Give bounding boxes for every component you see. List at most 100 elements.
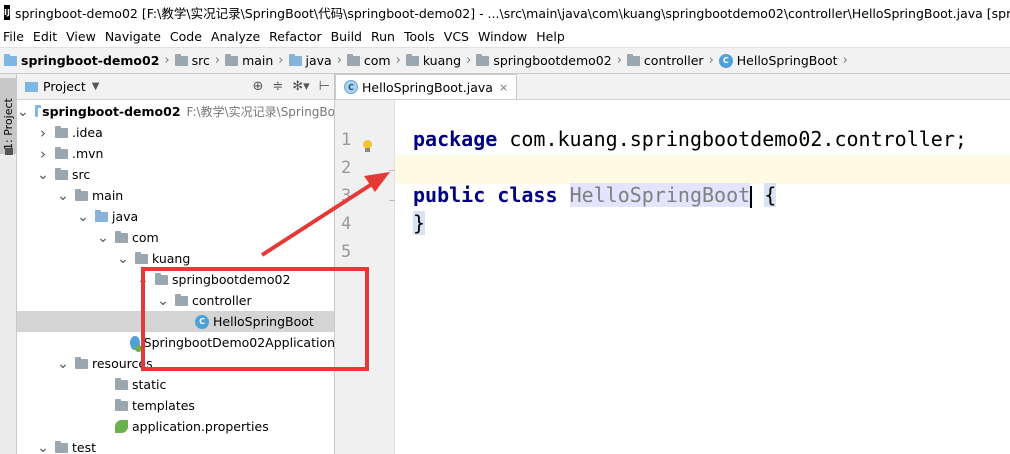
tree-item[interactable]: ⌄ src [17, 164, 334, 185]
menu-code[interactable]: Code [167, 29, 208, 44]
chevron-right-icon[interactable]: › [37, 124, 49, 142]
tree-item[interactable]: static [17, 374, 334, 395]
locate-icon[interactable]: ⊕ [252, 79, 263, 94]
menu-analyze[interactable]: Analyze [208, 29, 266, 44]
folder-icon [55, 167, 68, 180]
project-view-selector[interactable]: Project [43, 79, 86, 94]
tree-item[interactable]: application.properties [17, 416, 334, 437]
chevron-right-icon: › [616, 53, 622, 68]
editor-tab-label: HelloSpringBoot.java [362, 79, 493, 95]
tree-item-label: springboot-demo02 [42, 104, 181, 119]
title-bar: IJ springboot-demo02 [F:\教学\实况记录\SpringB… [0, 0, 1010, 25]
menu-bar: File Edit View Navigate Code Analyze Ref… [0, 25, 1010, 47]
tool-window-icon [5, 148, 13, 155]
tree-item[interactable]: › .idea [17, 122, 334, 143]
tree-item[interactable]: ⌄ java [17, 206, 334, 227]
chevron-right-icon: › [336, 53, 342, 68]
menu-refactor[interactable]: Refactor [266, 29, 327, 44]
tree-item[interactable]: C HelloSpringBoot [17, 311, 334, 332]
project-tool-tab[interactable]: 1: Project [0, 78, 17, 155]
code-line-4[interactable]: } [413, 211, 426, 235]
folder-icon [135, 251, 148, 264]
folder-icon [115, 398, 128, 411]
menu-file[interactable]: File [0, 29, 30, 44]
folder-icon [225, 53, 239, 66]
tree-item-label: java [112, 209, 139, 224]
tree-item[interactable]: ⌄ springbootdemo02 [17, 269, 334, 290]
tree-item[interactable]: ⌄ test [17, 437, 334, 454]
chevron-right-icon[interactable]: › [37, 145, 49, 163]
breadcrumb-src[interactable]: src [174, 53, 210, 68]
chevron-down-icon[interactable]: ⌄ [37, 168, 49, 182]
collapse-all-icon[interactable]: ≑ [272, 79, 283, 94]
folder-icon [175, 293, 188, 306]
menu-tools[interactable]: Tools [401, 29, 441, 44]
folder-icon [476, 53, 490, 66]
breadcrumb-java[interactable]: java [288, 53, 332, 68]
menu-edit[interactable]: Edit [30, 29, 63, 44]
tree-item-path: F:\教学\实况记录\SpringBo [186, 105, 335, 119]
hide-icon[interactable]: ⊢ [319, 79, 330, 94]
close-icon[interactable]: × [499, 81, 508, 94]
tree-item[interactable]: ⌄ resources [17, 353, 334, 374]
menu-build[interactable]: Build [328, 29, 368, 44]
breadcrumb-main[interactable]: main [225, 53, 273, 68]
menu-run[interactable]: Run [368, 29, 401, 44]
spring-leaf-icon [115, 420, 128, 433]
tree-item[interactable]: ⌄ com [17, 227, 334, 248]
code-line-1[interactable]: package com.kuang.springbootdemo02.contr… [413, 127, 967, 151]
chevron-down-icon[interactable]: ⌄ [37, 441, 49, 454]
chevron-down-icon[interactable]: ⌄ [137, 273, 149, 287]
folder-icon [55, 440, 68, 453]
folder-icon [115, 230, 128, 243]
tree-item[interactable]: SpringbootDemo02Application [17, 332, 335, 353]
class-icon: C [718, 53, 733, 68]
editor-gutter: 1 2 3 4 5 [335, 100, 395, 454]
breadcrumb-com[interactable]: com [346, 53, 391, 68]
breadcrumb-springbootdemo02[interactable]: springbootdemo02 [476, 53, 612, 68]
tree-item[interactable]: ⌄ kuang [17, 248, 334, 269]
tree-item-label: main [92, 188, 124, 203]
line-number: 5 [341, 242, 352, 262]
code-area[interactable]: package com.kuang.springbootdemo02.contr… [395, 100, 1010, 454]
breadcrumb-controller[interactable]: controller [626, 53, 704, 68]
chevron-down-icon[interactable]: ⌄ [117, 252, 129, 266]
breadcrumb-project[interactable]: springboot-demo02 [4, 53, 159, 68]
tree-item[interactable]: › .mvn [17, 143, 334, 164]
line-number: 3 [341, 186, 352, 206]
code-line-3[interactable]: public class HelloSpringBoot { [413, 183, 777, 208]
menu-help[interactable]: Help [533, 29, 571, 44]
chevron-down-icon[interactable]: ⌄ [57, 189, 69, 203]
menu-window[interactable]: Window [475, 29, 533, 44]
tree-item-label: SpringbootDemo02Application [143, 335, 335, 350]
folder-icon [155, 272, 168, 285]
folder-icon [55, 146, 68, 159]
tree-item[interactable]: ⌄ springboot-demo02 F:\教学\实况记录\SpringBo [17, 101, 335, 122]
menu-navigate[interactable]: Navigate [102, 29, 167, 44]
chevron-down-icon[interactable]: ▼ [92, 81, 100, 92]
current-line-highlight [395, 155, 1010, 184]
menu-vcs[interactable]: VCS [441, 29, 475, 44]
folder-icon [55, 125, 68, 138]
chevron-down-icon[interactable]: ⌄ [57, 357, 69, 371]
editor-tab-bar: C HelloSpringBoot.java × [335, 74, 1010, 100]
chevron-down-icon[interactable]: ⌄ [97, 231, 109, 245]
tree-item-label: .idea [72, 125, 103, 140]
chevron-down-icon[interactable]: ⌄ [77, 210, 89, 224]
menu-view[interactable]: View [63, 29, 102, 44]
chevron-down-icon[interactable]: ⌄ [157, 294, 169, 308]
chevron-down-icon[interactable]: ⌄ [17, 105, 29, 119]
tree-item-label: resources [92, 356, 153, 371]
breadcrumb-hellospringboot[interactable]: C HelloSpringBoot [718, 53, 838, 68]
tree-item-label: springbootdemo02 [172, 272, 291, 287]
tree-item-label: application.properties [132, 419, 269, 434]
project-tool-tab-label: 1: Project [2, 98, 15, 150]
gear-icon[interactable]: ✻▾ [292, 79, 309, 94]
tree-item[interactable]: ⌄ main [17, 185, 334, 206]
editor-tab[interactable]: C HelloSpringBoot.java × [335, 74, 518, 99]
class-icon: C [344, 80, 358, 94]
tree-item[interactable]: templates [17, 395, 334, 416]
breadcrumb-kuang[interactable]: kuang [405, 53, 461, 68]
lightbulb-icon[interactable] [362, 140, 372, 152]
tree-item[interactable]: ⌄ controller [17, 290, 334, 311]
